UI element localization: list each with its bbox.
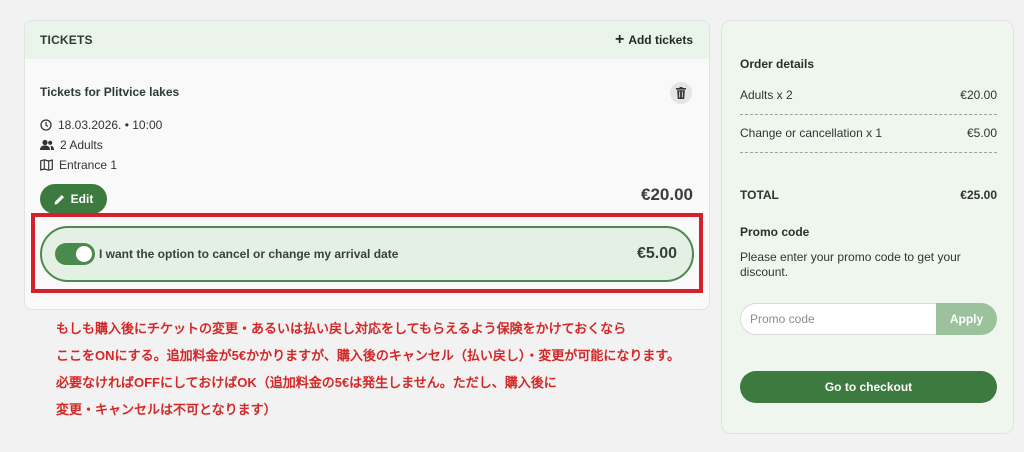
ticket-entrance-row: Entrance 1 (40, 158, 117, 172)
order-row-cancellation: Change or cancellation x 1 €5.00 (740, 126, 997, 140)
order-row-adults: Adults x 2 €20.00 (740, 88, 997, 102)
annotation-line-2: ここをONにする。追加料金が5€かかりますが、購入後のキャンセル（払い戻し）・変… (56, 348, 681, 363)
edit-label: Edit (70, 192, 94, 206)
total-amount: €25.00 (960, 188, 997, 202)
order-row-amount: €5.00 (966, 126, 997, 140)
order-divider (740, 114, 997, 115)
ticket-price: €20.00 (641, 185, 693, 204)
option-price: €5.00 (636, 245, 677, 262)
total-label: TOTAL (740, 188, 779, 202)
users-icon (40, 139, 54, 150)
pencil-icon (54, 194, 64, 204)
ticket-guests-row: 2 Adults (40, 138, 103, 152)
edit-button[interactable]: Edit (40, 184, 107, 214)
toggle-knob (76, 246, 92, 262)
checkout-button[interactable]: Go to checkout (740, 371, 997, 403)
map-icon (40, 159, 53, 171)
ticket-date-row: 18.03.2026. • 10:00 (40, 118, 162, 132)
order-row-label: Adults x 2 (740, 88, 793, 102)
plus-icon: + (614, 31, 625, 48)
tickets-title: TICKETS (40, 33, 93, 47)
ticket-entrance: Entrance 1 (59, 158, 118, 172)
cancellation-toggle[interactable] (55, 243, 95, 265)
order-row-label: Change or cancellation x 1 (740, 126, 883, 140)
option-label: I want the option to cancel or change my… (99, 247, 399, 261)
annotation-line-1: もしも購入後にチケットの変更・あるいは払い戻し対応をしてもらえるよう保険をかけて… (56, 321, 627, 336)
add-tickets-label: Add tickets (628, 33, 693, 47)
order-divider (740, 152, 997, 153)
order-total-row: TOTAL €25.00 (740, 188, 997, 202)
promo-code-input[interactable] (740, 303, 936, 335)
order-details-card: Order details Adults x 2 €20.00 Change o… (721, 20, 1014, 434)
trash-icon (676, 87, 686, 99)
promo-title: Promo code (740, 225, 810, 239)
option-left: I want the option to cancel or change my… (55, 243, 398, 265)
ticket-guests: 2 Adults (60, 138, 103, 152)
order-row-amount: €20.00 (960, 88, 997, 102)
ticket-name: Tickets for Plitvice lakes (40, 85, 180, 99)
annotation-line-3: 必要なければOFFにしておけばOK（追加料金の5€は発生しません。ただし、購入後… (56, 375, 557, 390)
delete-ticket-button[interactable] (670, 82, 692, 104)
add-tickets-button[interactable]: + Add tickets (614, 31, 693, 48)
order-details-title: Order details (740, 57, 815, 71)
tickets-header: TICKETS + Add tickets (25, 21, 709, 59)
promo-text: Please enter your promo code to get your… (740, 250, 961, 279)
ticket-date: 18.03.2026. • 10:00 (58, 118, 163, 132)
annotation-line-4: 変更・キャンセルは不可となります） (56, 402, 277, 417)
apply-button[interactable]: Apply (936, 303, 997, 335)
cancellation-option: I want the option to cancel or change my… (40, 226, 694, 282)
clock-icon (40, 119, 52, 131)
